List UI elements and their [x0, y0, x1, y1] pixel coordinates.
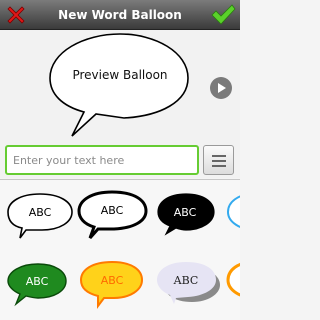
menu-button[interactable]	[203, 145, 234, 175]
balloon-text-input[interactable]	[5, 145, 199, 175]
balloon-style-partial-blue[interactable]	[224, 190, 240, 250]
balloon-style-grid: ABC ABC ABC ABC ABC ABC	[0, 180, 240, 320]
preview-area: Preview Balloon	[0, 30, 240, 142]
balloon-shape	[7, 193, 73, 239]
balloon-shape	[226, 262, 240, 297]
balloon-style-thick[interactable]: ABC	[76, 188, 148, 248]
balloon-style-plain[interactable]: ABC	[4, 190, 76, 250]
word-balloon-editor: New Word Balloon Preview Balloon ABC	[0, 0, 240, 320]
balloon-shape	[77, 190, 148, 239]
balloon-style-shadow[interactable]: ABC	[152, 254, 224, 314]
balloon-style-label: ABC	[100, 204, 124, 217]
page-title: New Word Balloon	[58, 8, 182, 22]
balloon-shape	[157, 193, 215, 236]
preview-balloon-text: Preview Balloon	[72, 68, 168, 82]
balloon-shape	[226, 195, 240, 228]
balloon-style-label: ABC	[25, 275, 49, 288]
balloon-style-label: ABC	[173, 206, 197, 219]
checkmark-icon[interactable]	[210, 3, 236, 27]
balloon-style-partial-orange[interactable]	[224, 254, 240, 314]
hamburger-menu-icon	[212, 165, 226, 167]
balloon-style-green[interactable]: ABC	[4, 256, 76, 316]
balloon-style-yellow[interactable]: ABC	[76, 254, 148, 314]
title-bar: New Word Balloon	[0, 0, 240, 30]
balloon-style-label: ABC	[28, 206, 52, 219]
close-icon[interactable]	[4, 3, 28, 27]
hamburger-menu-icon	[212, 160, 226, 162]
text-input-row	[0, 142, 240, 178]
balloon-style-dark[interactable]: ABC	[152, 192, 224, 252]
hamburger-menu-icon	[212, 155, 226, 157]
balloon-style-label: ABC	[100, 274, 124, 287]
play-arrow-icon[interactable]	[209, 76, 233, 100]
preview-balloon-shape	[49, 33, 189, 137]
balloon-style-label: ABC	[173, 274, 199, 287]
